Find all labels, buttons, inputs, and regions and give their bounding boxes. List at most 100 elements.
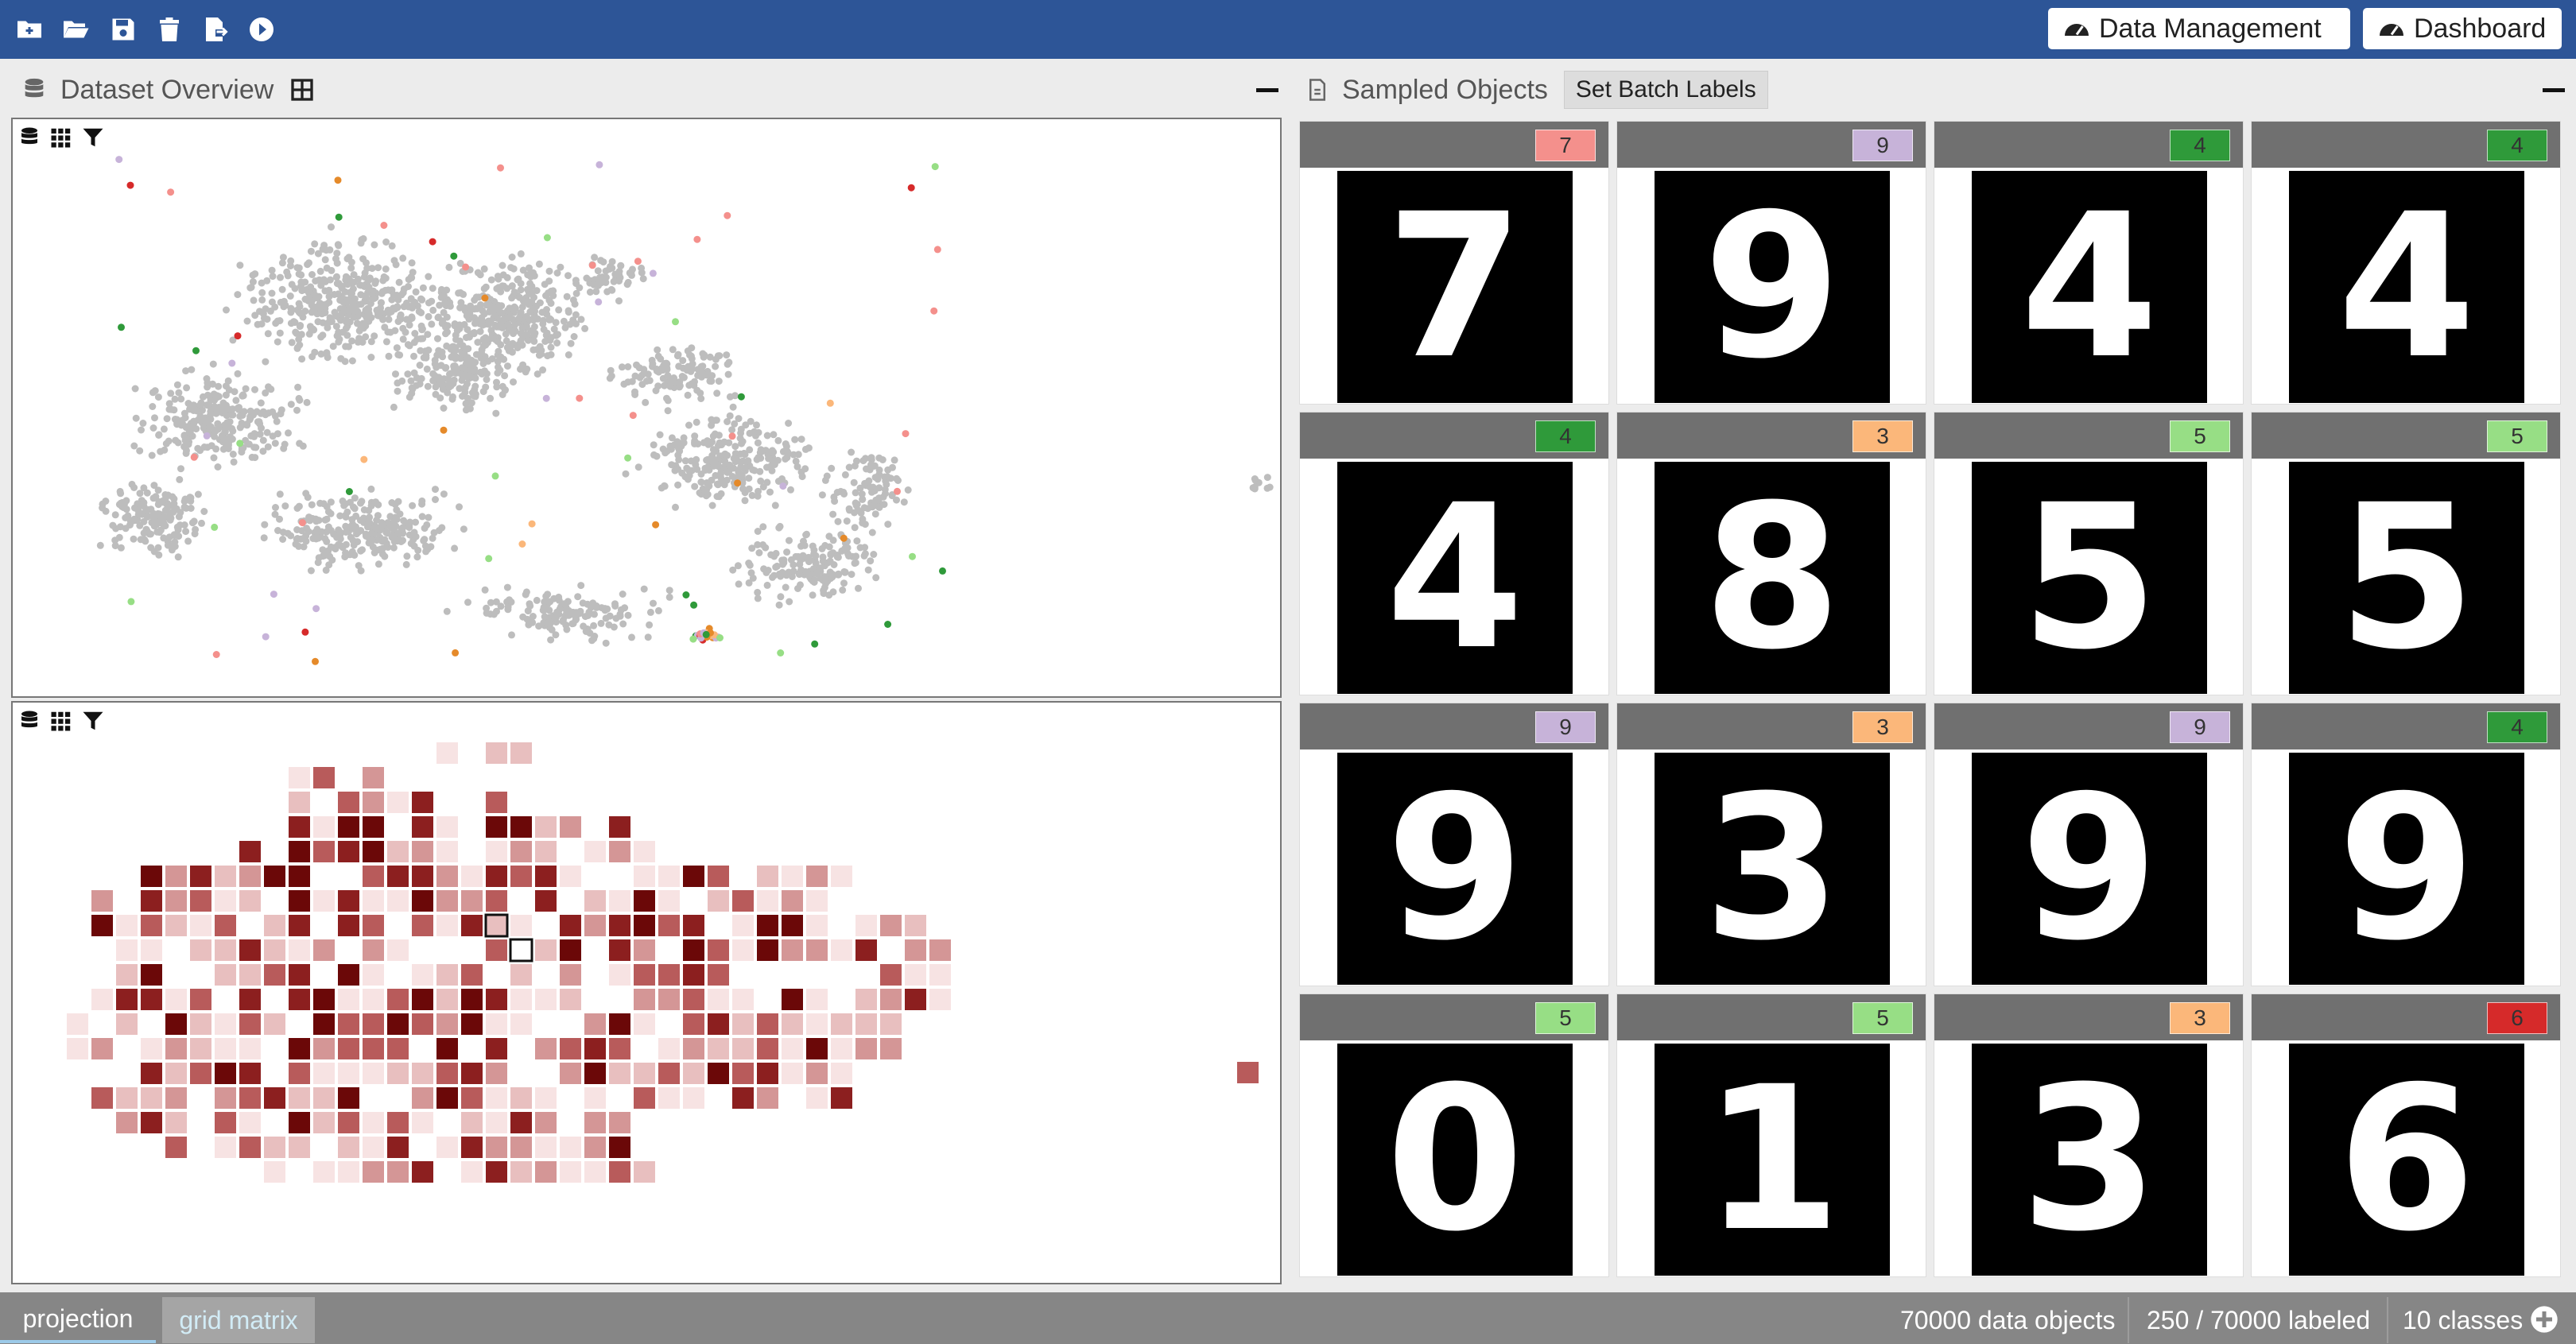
grid-cell[interactable] [658,989,680,1010]
grid-cell[interactable] [313,816,335,838]
grid-cell[interactable] [880,964,902,986]
tab-grid-matrix[interactable]: grid matrix [162,1297,315,1343]
grid-cell[interactable] [634,866,655,887]
sample-card[interactable]: 99 [1299,703,1609,986]
grid-cell[interactable] [239,1087,261,1109]
label-badge[interactable]: 5 [1852,1002,1913,1034]
grid-cell[interactable] [91,1038,113,1059]
label-badge[interactable]: 6 [2487,1002,2547,1034]
grid-cell[interactable] [461,964,483,986]
grid-cell[interactable] [461,866,483,887]
grid-cell[interactable] [289,816,310,838]
new-folder-icon[interactable] [13,14,46,45]
grid-cell[interactable] [535,939,557,961]
minimize-button[interactable] [2543,87,2565,92]
grid-cell[interactable] [609,915,630,936]
grid-cell[interactable] [190,1063,211,1084]
grid-cell[interactable] [461,1112,483,1133]
grid-cell[interactable] [486,1013,507,1035]
grid-cell[interactable] [141,915,162,936]
grid-cell[interactable] [708,989,729,1010]
grid-cell[interactable] [363,1063,384,1084]
grid-cell[interactable] [239,866,261,887]
grid-cell[interactable] [658,1087,680,1109]
grid-cell[interactable] [436,841,458,862]
grid-cell[interactable] [634,890,655,912]
grid-cell[interactable] [782,1038,803,1059]
grid-cell[interactable] [289,792,310,813]
grid-cell[interactable] [486,1063,507,1084]
sample-card[interactable]: 44 [1299,412,1609,695]
grid-cell[interactable] [461,915,483,936]
set-batch-labels-button[interactable]: Set Batch Labels [1563,71,1768,109]
dashboard-button[interactable]: Dashboard [2363,8,2562,49]
grid-cell[interactable] [387,1013,409,1035]
grid-cell[interactable] [732,1087,754,1109]
grid-cell[interactable] [683,1063,704,1084]
export-icon[interactable] [199,14,232,45]
grid-cell[interactable] [363,964,384,986]
grid-cell[interactable] [584,1112,606,1133]
grid-cell[interactable] [141,866,162,887]
grid-cell[interactable] [141,1063,162,1084]
grid-cell[interactable] [289,767,310,788]
grid-cell[interactable] [535,890,557,912]
grid-cell[interactable] [757,915,778,936]
grid-cell[interactable] [708,1013,729,1035]
grid-cell[interactable] [215,866,236,887]
grid-cell[interactable] [165,1112,187,1133]
grid-cell[interactable] [264,1087,285,1109]
grid-cell[interactable] [560,915,581,936]
grid-cell[interactable] [264,915,285,936]
grid-cell[interactable] [683,1087,704,1109]
grid-cell[interactable] [510,1161,532,1183]
grid-cell[interactable] [535,816,557,838]
grid-cell[interactable] [313,1013,335,1035]
grid-cell[interactable] [67,1038,88,1059]
grid-cell[interactable] [855,1013,877,1035]
grid-cell[interactable] [461,1013,483,1035]
grid-cell[interactable] [634,1063,655,1084]
grid-cell[interactable] [387,1038,409,1059]
projection-view[interactable] [11,118,1282,698]
grid-cell[interactable] [289,989,310,1010]
grid-cell[interactable] [412,1161,433,1183]
grid-cell[interactable] [905,915,926,936]
grid-cell[interactable] [461,890,483,912]
label-badge[interactable]: 9 [2170,711,2230,743]
grid-cell[interactable] [215,1038,236,1059]
grid-cell[interactable] [880,1013,902,1035]
grid-cell[interactable] [436,1137,458,1158]
grid-cell[interactable] [535,1087,557,1109]
sample-card[interactable]: 44 [1934,121,2244,405]
grid-cell[interactable] [387,989,409,1010]
grid-cell[interactable] [313,1038,335,1059]
grid-cell[interactable] [806,1038,828,1059]
label-badge[interactable]: 5 [2487,420,2547,452]
grid-cell[interactable] [387,792,409,813]
grid-cell[interactable] [412,866,433,887]
grid-cell[interactable] [486,866,507,887]
grid-cell[interactable] [436,866,458,887]
grid-cell[interactable] [412,841,433,862]
grid-cell[interactable] [634,1161,655,1183]
grid-cell[interactable] [461,1087,483,1109]
grid-cell[interactable] [412,792,433,813]
grid-cell[interactable] [338,890,359,912]
grid-cell[interactable] [658,890,680,912]
grid-cell[interactable] [584,1161,606,1183]
grid-cell[interactable] [510,915,532,936]
grid-cell[interactable] [855,1038,877,1059]
grid-cell[interactable] [313,767,335,788]
grid-cell[interactable] [584,915,606,936]
grid-cell[interactable] [363,1161,384,1183]
grid-cell[interactable] [634,989,655,1010]
grid-cell[interactable] [782,866,803,887]
grid-cell[interactable] [634,964,655,986]
grid-cell[interactable] [486,1137,507,1158]
grid-cell[interactable] [831,1013,852,1035]
grid-cell[interactable] [313,841,335,862]
grid-cell[interactable] [584,890,606,912]
grid-cell[interactable] [363,841,384,862]
grid-cell[interactable] [141,890,162,912]
